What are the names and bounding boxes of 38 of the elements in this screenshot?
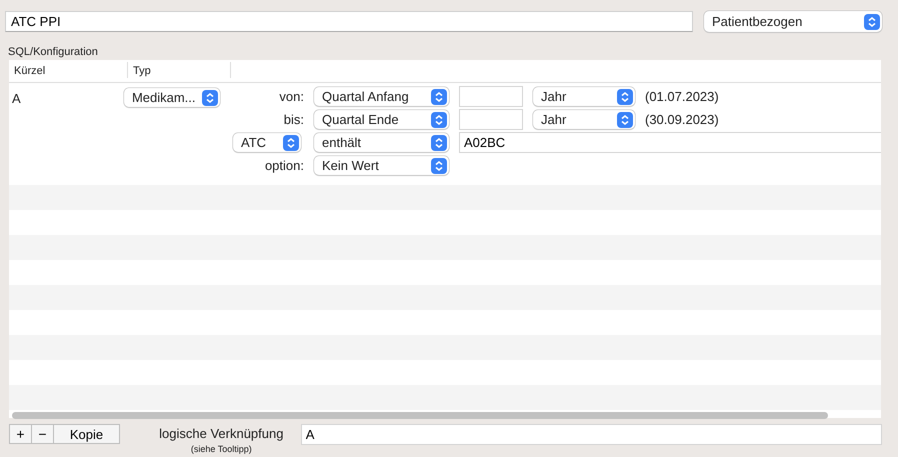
field-select[interactable]: ATC: [233, 133, 301, 152]
chevron-icon: [431, 134, 447, 150]
section-label: SQL/Konfiguration: [8, 46, 99, 60]
logic-hint: (siehe Tooltipp): [190, 444, 252, 454]
offset-field[interactable]: [459, 109, 523, 130]
condition-select[interactable]: Quartal Anfang: [314, 87, 449, 106]
date-text: (30.09.2023): [645, 112, 719, 127]
condition-label: bis:: [284, 112, 304, 127]
logic-label: logische Verknüpfung: [159, 425, 284, 443]
chevron-icon: [864, 14, 880, 30]
condition-label: von:: [279, 89, 304, 104]
condition-select[interactable]: enthält: [314, 133, 449, 152]
date-text: (01.07.2023): [645, 89, 719, 104]
scrollbar-thumb[interactable]: [12, 412, 828, 419]
column-header[interactable]: Typ: [128, 62, 231, 78]
logic-field[interactable]: A: [300, 424, 882, 445]
value-field[interactable]: A02BC: [459, 132, 881, 153]
scope-select[interactable]: Patientbezogen: [704, 11, 882, 32]
condition-select[interactable]: Kein Wert: [314, 156, 449, 175]
toolbar-button[interactable]: −: [31, 424, 54, 444]
chevron-icon: [202, 90, 218, 106]
condition-label: option:: [264, 158, 304, 173]
chevron-icon: [431, 88, 447, 104]
unit-select[interactable]: Jahr: [533, 87, 635, 106]
chevron-icon: [431, 112, 447, 128]
column-header[interactable]: Kürzel: [9, 62, 128, 78]
chevron-icon: [283, 134, 299, 150]
chevron-icon: [431, 158, 447, 174]
offset-field[interactable]: [459, 86, 523, 107]
name-field[interactable]: ATC PPI: [5, 11, 693, 32]
type-select[interactable]: Medikam...: [124, 88, 220, 107]
condition-select[interactable]: Quartal Ende: [314, 110, 449, 129]
unit-select[interactable]: Jahr: [533, 110, 635, 129]
table-cell-text: A: [11, 90, 22, 108]
chevron-icon: [617, 88, 633, 104]
toolbar-button[interactable]: Kopie: [53, 424, 120, 444]
chevron-icon: [617, 112, 633, 128]
toolbar-button[interactable]: +: [9, 424, 32, 444]
